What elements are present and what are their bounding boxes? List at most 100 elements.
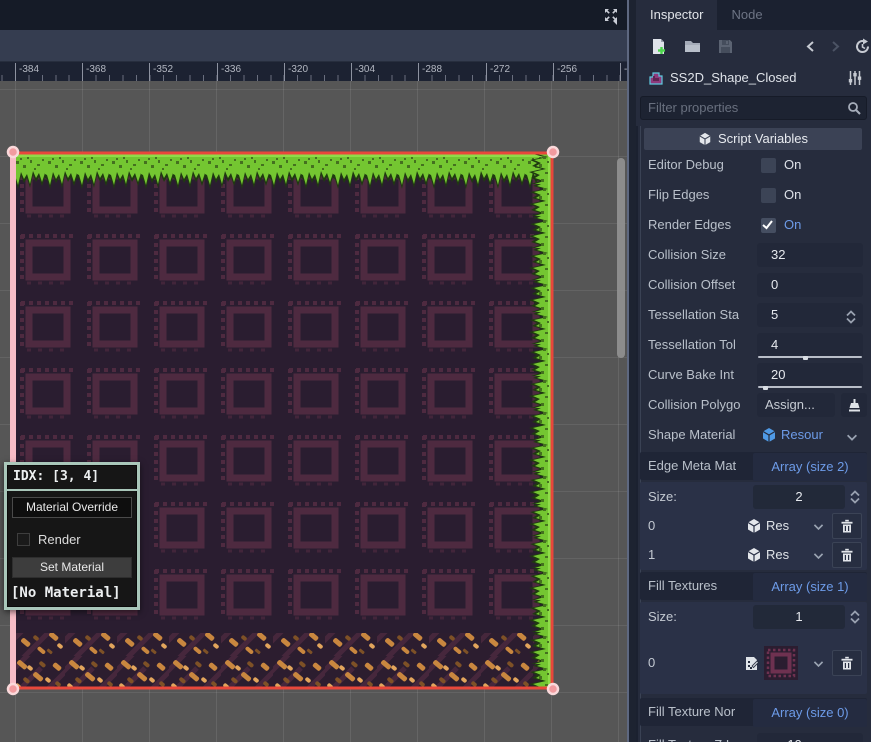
field-value: 2	[795, 489, 802, 504]
grass-top-edge	[13, 152, 553, 190]
array-item-row: 0 Res	[640, 511, 867, 541]
history-forward-icon[interactable]	[828, 38, 845, 55]
shape-material-resource-picker[interactable]: Resour	[757, 423, 863, 447]
collision-offset-field[interactable]: 0	[757, 273, 863, 297]
property-label: Fill Texture Z I	[648, 730, 729, 742]
property-label: Flip Edges	[648, 180, 709, 210]
property-label: Tessellation Sta	[648, 300, 739, 330]
canvas-area[interactable]: IDX: [3, 4] Material Override Render Set…	[0, 81, 627, 742]
flip-edges-checkbox[interactable]	[761, 188, 776, 203]
resource-cube-icon	[746, 518, 762, 534]
horizontal-ruler: -384 -368 -352 -336 -320 -304 -288 -272 …	[0, 62, 627, 81]
filter-properties-input[interactable]: Filter properties	[640, 96, 867, 120]
fill-textures-array-button[interactable]: Array (size 1)	[753, 573, 867, 601]
property-row-edge-meta-materials: Edge Meta Mat Array (size 2)	[640, 452, 867, 480]
item-index-label: 0	[648, 511, 655, 541]
ss2d-shape-icon	[648, 70, 664, 86]
edge-meta-size-field[interactable]: 2	[753, 485, 845, 509]
dirt-edge-region	[13, 633, 553, 689]
ruler-label: -240	[620, 63, 627, 81]
render-edges-checkbox[interactable]	[761, 218, 776, 233]
edit-script-icon[interactable]	[744, 656, 759, 671]
point-handle[interactable]	[548, 684, 558, 694]
field-value: 5	[771, 307, 778, 322]
fill-textures-size-field[interactable]: 1	[753, 605, 845, 629]
spin-updown-icon[interactable]	[849, 610, 861, 624]
property-label: Fill Texture Nor	[648, 698, 735, 726]
history-back-icon[interactable]	[804, 38, 821, 55]
spin-updown-icon[interactable]	[849, 490, 861, 504]
tab-inspector[interactable]: Inspector	[636, 0, 717, 30]
delete-item-button[interactable]	[832, 542, 862, 568]
render-checkbox[interactable]	[17, 533, 30, 546]
fill-textures-subpanel: Size: 1 0	[640, 602, 867, 694]
ruler-label: -256	[553, 63, 577, 81]
tessellation-stages-field[interactable]: 5	[757, 303, 863, 327]
field-value: 1	[795, 609, 802, 624]
property-row-render-edges: Render Edges On	[640, 210, 867, 240]
trash-icon	[840, 656, 854, 671]
clear-brush-icon[interactable]	[841, 393, 867, 417]
ruler-label: -368	[82, 63, 106, 81]
resource-name-label: SS2D_Shape_Closed	[670, 63, 796, 93]
object-history-icon[interactable]	[854, 38, 871, 55]
set-material-button[interactable]: Set Material	[12, 557, 132, 578]
search-icon	[847, 101, 861, 115]
tab-node[interactable]: Node	[717, 0, 776, 30]
save-resource-icon[interactable]	[717, 38, 734, 55]
chevron-down-icon[interactable]	[812, 549, 826, 563]
slider-track[interactable]	[758, 356, 862, 358]
property-row-collision-polygon: Collision Polygo Assign...	[640, 390, 867, 420]
chevron-down-icon[interactable]	[812, 657, 826, 671]
property-row-shape-material: Shape Material Resour	[640, 420, 867, 450]
spin-up-icon[interactable]	[845, 736, 857, 742]
material-override-button[interactable]: Material Override	[12, 497, 132, 518]
point-handle[interactable]	[8, 684, 18, 694]
viewport-2d[interactable]: -384 -368 -352 -336 -320 -304 -288 -272 …	[0, 0, 627, 742]
spin-updown-icon[interactable]	[845, 308, 857, 322]
slider-track[interactable]	[758, 386, 862, 388]
property-label: Collision Offset	[648, 270, 735, 300]
viewport-vertical-scrollbar[interactable]	[617, 158, 625, 358]
resource-cube-icon	[746, 547, 762, 563]
fill-texture-normals-array-button[interactable]: Array (size 0)	[753, 699, 867, 727]
expand-icon[interactable]	[601, 5, 621, 25]
delete-item-button[interactable]	[832, 650, 862, 676]
property-row-tessellation-tolerance: Tessellation Tol 4	[640, 330, 867, 360]
chevron-down-icon[interactable]	[845, 428, 859, 442]
tessellation-tolerance-slider[interactable]: 4	[757, 333, 863, 357]
checkbox-state-label: On	[784, 150, 801, 180]
delete-item-button[interactable]	[832, 513, 862, 539]
new-resource-icon[interactable]	[650, 38, 667, 55]
editor-debug-checkbox[interactable]	[761, 158, 776, 173]
resource-cube-icon	[761, 427, 777, 443]
panel-splitter[interactable]	[627, 0, 636, 742]
checkbox-state-label: On	[784, 210, 801, 240]
edge-material-popup: IDX: [3, 4] Material Override Render Set…	[4, 462, 140, 610]
array-item-row-texture: 0	[640, 632, 867, 694]
point-handle[interactable]	[8, 147, 18, 157]
property-row-fill-texture-normals: Fill Texture Nor Array (size 0)	[640, 698, 867, 726]
assign-label: Assign...	[765, 397, 815, 412]
item-index-label: 1	[648, 540, 655, 570]
edge-meta-materials-array-button[interactable]: Array (size 2)	[753, 453, 867, 481]
fill-texture-thumbnail[interactable]	[764, 646, 798, 680]
field-value: 4	[771, 337, 778, 352]
point-handle[interactable]	[548, 147, 558, 157]
curve-bake-interval-slider[interactable]: 20	[757, 363, 863, 387]
load-resource-folder-icon[interactable]	[684, 38, 701, 55]
extra-tools-icon[interactable]	[847, 70, 863, 86]
script-variables-header[interactable]: Script Variables	[644, 128, 862, 150]
edge-index-label: IDX: [3, 4]	[7, 465, 137, 491]
collision-size-field[interactable]: 32	[757, 243, 863, 267]
property-row-editor-debug: Editor Debug On	[640, 150, 867, 180]
render-row: Render	[17, 532, 131, 547]
fill-texture-z-index-field[interactable]: -10	[757, 733, 863, 742]
chevron-down-icon[interactable]	[812, 520, 826, 534]
filter-placeholder: Filter properties	[648, 97, 738, 119]
resource-value-label: Res	[766, 540, 789, 570]
resource-value-label: Resour	[781, 423, 823, 447]
section-title: Script Variables	[718, 131, 808, 146]
dock-tab-bar: Inspector Node	[636, 0, 871, 30]
assign-node-button[interactable]: Assign...	[757, 393, 835, 417]
